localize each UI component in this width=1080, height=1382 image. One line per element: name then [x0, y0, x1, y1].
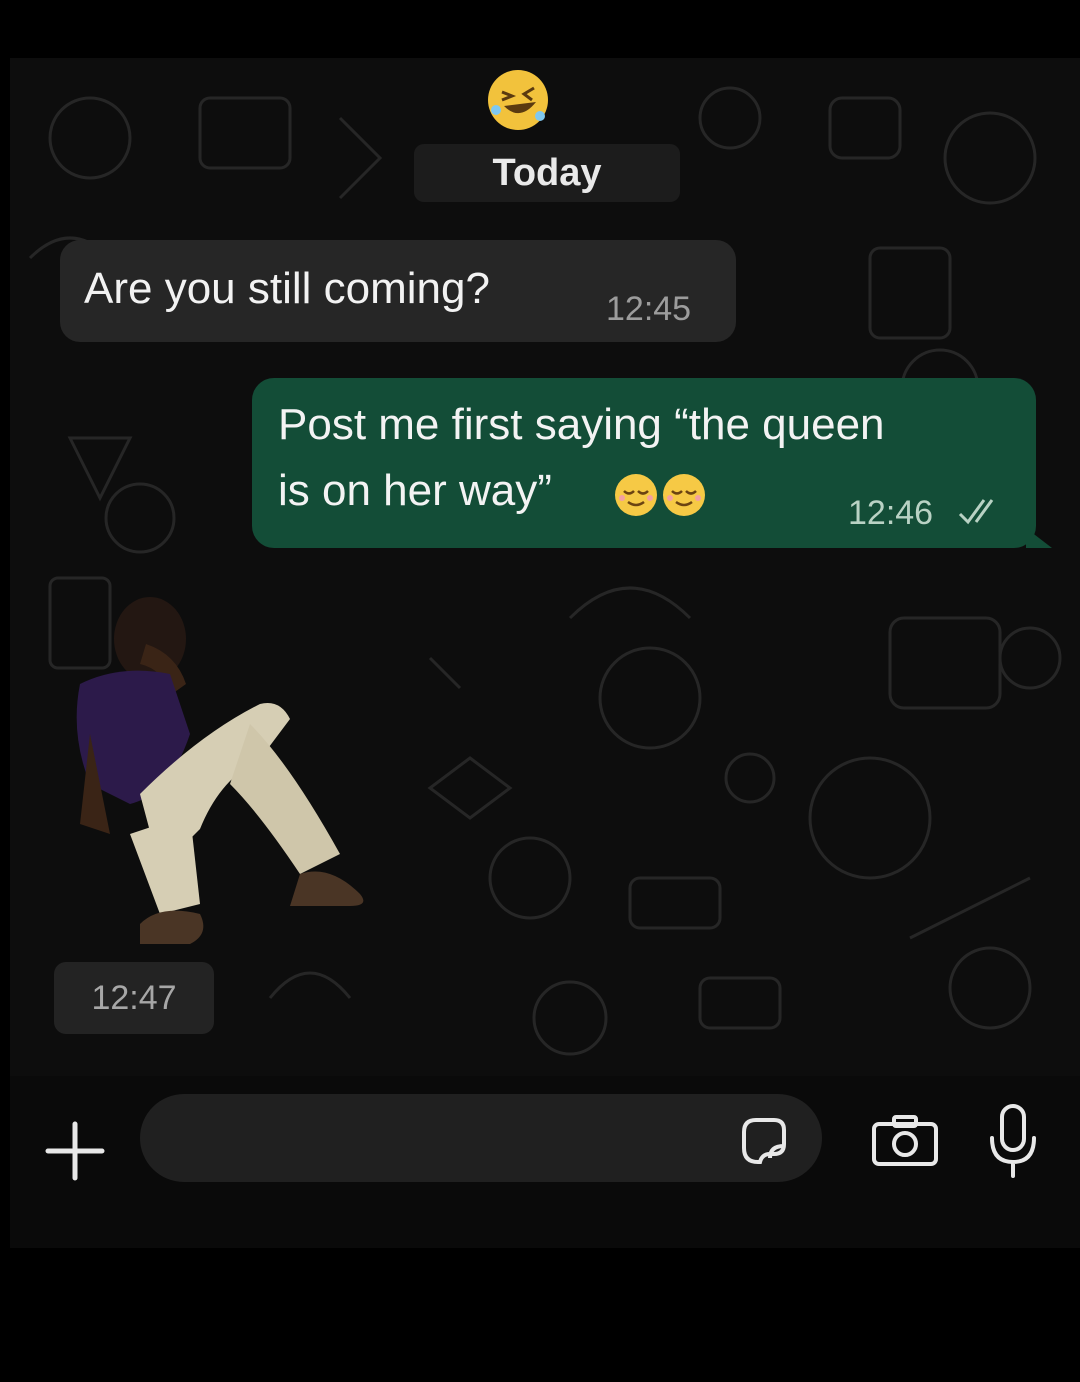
relieved-face-emoji-icon	[615, 474, 705, 516]
sticker-icon[interactable]	[736, 1112, 792, 1168]
microphone-icon[interactable]	[986, 1102, 1040, 1182]
incoming-message-bubble[interactable]: Are you still coming? 12:45	[60, 240, 736, 342]
message-input[interactable]	[140, 1094, 822, 1182]
message-time: 12:46	[848, 494, 934, 532]
plus-icon[interactable]	[40, 1116, 110, 1186]
bubble-tail	[1026, 528, 1052, 548]
message-composer	[10, 1076, 1080, 1248]
message-text: Are you still coming?	[84, 264, 490, 313]
laughing-emoji-icon	[488, 70, 548, 130]
chat-screen: Today Are you still coming? 12:45 Post m…	[10, 58, 1080, 1248]
man-facepalm-sticker[interactable]	[50, 594, 430, 964]
camera-icon[interactable]	[870, 1112, 940, 1168]
message-text-line-2: is on her way”	[278, 466, 552, 515]
outgoing-message-bubble[interactable]: Post me first saying “the queen is on he…	[252, 378, 1052, 548]
message-text-line-1: Post me first saying “the queen	[278, 400, 885, 449]
date-separator: Today	[414, 144, 680, 202]
read-ticks-icon	[958, 499, 994, 525]
message-time: 12:45	[606, 290, 692, 328]
sticker-time: 12:47	[54, 962, 214, 1034]
